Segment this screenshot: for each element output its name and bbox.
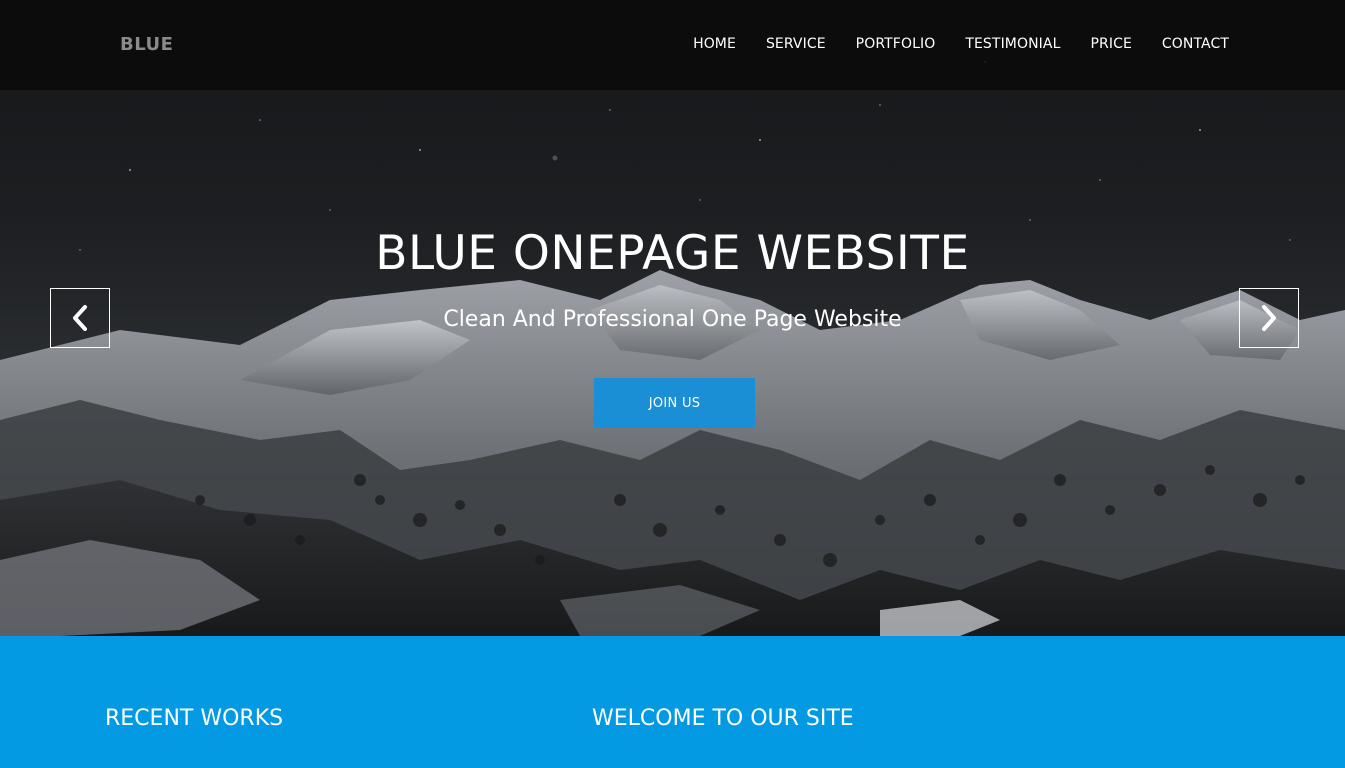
recent-works-heading: RECENT WORKS	[105, 706, 284, 731]
hero-title: BLUE ONEPAGE WEBSITE	[375, 226, 970, 281]
chevron-right-icon	[1262, 305, 1276, 331]
slider-prev-button[interactable]	[50, 288, 110, 348]
nav-item-portfolio[interactable]: PORTFOLIO	[856, 36, 936, 52]
main-nav: HOME SERVICE PORTFOLIO TESTIMONIAL PRICE…	[693, 36, 1229, 52]
page: BLUE HOME SERVICE PORTFOLIO TESTIMONIAL …	[0, 0, 1345, 768]
welcome-heading: WELCOME TO OUR SITE	[592, 706, 854, 731]
nav-item-contact[interactable]: CONTACT	[1162, 36, 1229, 52]
features-section: RECENT WORKS WELCOME TO OUR SITE	[0, 636, 1345, 768]
nav-item-testimonial[interactable]: TESTIMONIAL	[965, 36, 1060, 52]
nav-item-service[interactable]: SERVICE	[766, 36, 826, 52]
chevron-left-icon	[73, 305, 87, 331]
navbar: BLUE HOME SERVICE PORTFOLIO TESTIMONIAL …	[0, 0, 1345, 90]
join-us-button[interactable]: JOIN US	[594, 378, 755, 428]
brand-logo[interactable]: BLUE	[120, 34, 173, 55]
nav-item-price[interactable]: PRICE	[1090, 36, 1131, 52]
nav-item-home[interactable]: HOME	[693, 36, 736, 52]
hero-subtitle: Clean And Professional One Page Website	[443, 307, 902, 332]
slider-next-button[interactable]	[1239, 288, 1299, 348]
